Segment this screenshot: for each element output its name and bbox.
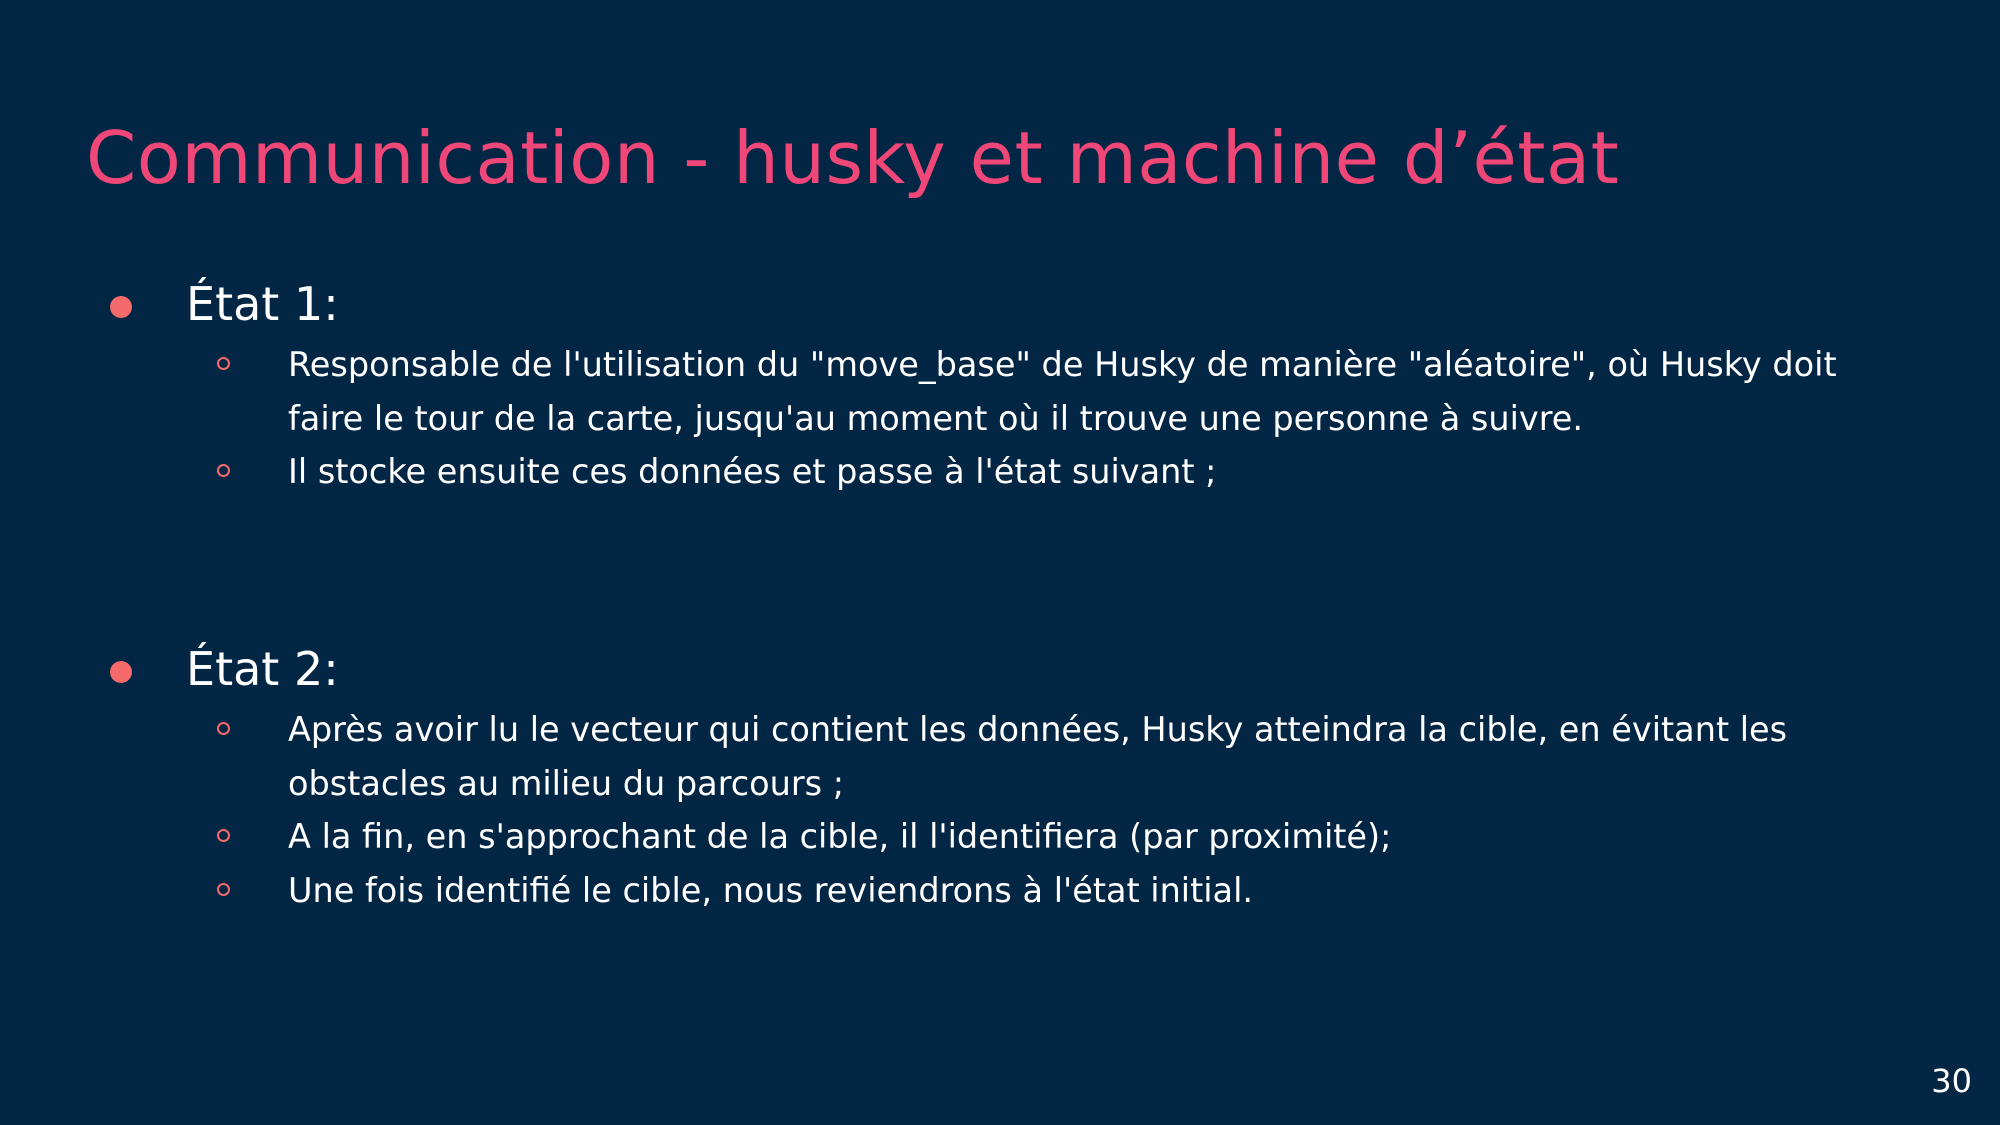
hollow-bullet-icon	[217, 357, 230, 370]
sub-bullet-list: Après avoir lu le vecteur qui contient l…	[0, 703, 2000, 917]
section-heading: État 1:	[186, 277, 339, 331]
sub-bullet-text: Responsable de l'utilisation du "move_ba…	[288, 345, 1837, 438]
sub-bullet-text: Une fois identifié le cible, nous revien…	[288, 870, 1254, 910]
sub-bullet-item: Responsable de l'utilisation du "move_ba…	[0, 338, 2000, 445]
sub-bullet-text: Après avoir lu le vecteur qui contient l…	[288, 710, 1788, 803]
sub-bullet-item: Une fois identifié le cible, nous revien…	[0, 864, 2000, 918]
bullet-item-level1: État 1:	[0, 272, 2000, 336]
sub-bullet-item: Il stocke ensuite ces données et passe à…	[0, 445, 2000, 499]
sub-bullet-list: Responsable de l'utilisation du "move_ba…	[0, 338, 2000, 499]
bullet-item-level1: État 2:	[0, 637, 2000, 701]
slide: Communication - husky et machine d’état …	[0, 0, 2000, 1125]
sub-bullet-item: Après avoir lu le vecteur qui contient l…	[0, 703, 2000, 810]
section-heading: État 2:	[186, 642, 339, 696]
slide-title: Communication - husky et machine d’état	[86, 116, 1620, 200]
filled-bullet-icon	[110, 296, 132, 318]
sub-bullet-text: Il stocke ensuite ces données et passe à…	[288, 452, 1217, 491]
sub-bullet-text: A la fin, en s'approchant de la cible, i…	[288, 817, 1392, 856]
filled-bullet-icon	[110, 661, 132, 683]
hollow-bullet-icon	[217, 464, 230, 477]
section-etat-2: État 2: Après avoir lu le vecteur qui co…	[0, 637, 2000, 917]
page-number: 30	[1931, 1062, 1972, 1100]
hollow-bullet-icon	[217, 722, 230, 735]
sub-bullet-item: A la fin, en s'approchant de la cible, i…	[0, 810, 2000, 864]
section-etat-1: État 1: Responsable de l'utilisation du …	[0, 272, 2000, 499]
hollow-bullet-icon	[217, 829, 230, 842]
hollow-bullet-icon	[217, 882, 230, 896]
